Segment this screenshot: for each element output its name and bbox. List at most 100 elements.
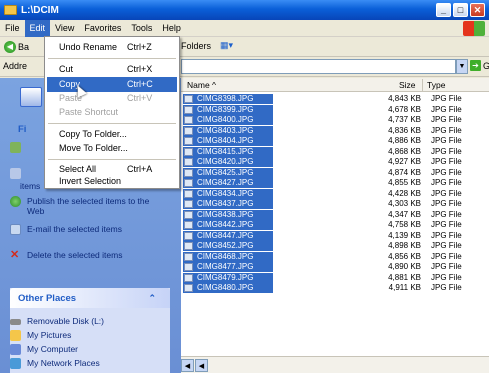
file-row[interactable]: CIMG8442.JPG 4,758 KB JPG File xyxy=(181,220,489,230)
file-name[interactable]: CIMG8447.JPG xyxy=(183,230,273,241)
jpg-file-icon xyxy=(184,231,193,240)
close-icon[interactable]: ✕ xyxy=(470,3,485,17)
file-size: 4,927 KB xyxy=(388,157,421,166)
task-publish-web[interactable]: Publish the selected items to the Web xyxy=(10,196,160,216)
file-name[interactable]: CIMG8400.JPG xyxy=(183,115,273,125)
file-name[interactable]: CIMG8434.JPG xyxy=(183,188,273,199)
file-size: 4,737 KB xyxy=(388,115,421,124)
maximize-icon[interactable]: □ xyxy=(453,3,468,17)
place-my-pictures[interactable]: My Pictures xyxy=(10,330,160,341)
title-bar[interactable]: L:\DCIM _ □ ✕ xyxy=(0,0,489,20)
file-type: JPG File xyxy=(431,230,462,240)
address-input[interactable] xyxy=(181,59,456,74)
chevron-down-icon[interactable]: ▼ xyxy=(456,59,468,74)
folders-button[interactable]: Folders xyxy=(181,41,211,51)
task-email[interactable]: E-mail the selected items xyxy=(10,224,160,235)
jpg-file-icon xyxy=(184,116,193,124)
place-my-computer[interactable]: My Computer xyxy=(10,344,160,355)
window-title: L:\DCIM xyxy=(21,4,59,16)
scroll-left-icon[interactable]: ◀ xyxy=(181,359,194,372)
file-list: Name ^ Size Type CIMG8398.JPG 4,843 KB JPG… xyxy=(181,78,489,356)
file-name[interactable]: CIMG8415.JPG xyxy=(183,146,273,157)
menu-file[interactable]: File xyxy=(0,20,25,37)
file-name[interactable]: CIMG8480.JPG xyxy=(183,283,273,293)
column-divider[interactable] xyxy=(422,79,423,91)
menu-item-invert-selection[interactable]: Invert Selection xyxy=(47,174,177,189)
back-button[interactable]: ◀ Ba xyxy=(0,40,29,53)
file-name[interactable]: CIMG8438.JPG xyxy=(183,209,273,220)
file-type: JPG File xyxy=(431,188,462,198)
file-name[interactable]: CIMG8403.JPG xyxy=(183,125,273,136)
file-row[interactable]: CIMG8398.JPG 4,843 KB JPG File xyxy=(181,94,489,104)
menu-item-cut[interactable]: Cut Ctrl+X xyxy=(47,62,177,77)
file-row[interactable]: CIMG8438.JPG 4,347 KB JPG File xyxy=(181,209,489,220)
menu-item-undo-rename[interactable]: Undo Rename Ctrl+Z xyxy=(47,40,177,55)
file-name[interactable]: CIMG8398.JPG xyxy=(183,94,273,104)
menu-tools[interactable]: Tools xyxy=(126,20,157,37)
go-button[interactable]: ➔ Go xyxy=(470,60,489,71)
file-row[interactable]: CIMG8480.JPG 4,911 KB JPG File xyxy=(181,283,489,293)
collapse-chevron-icon[interactable]: ⌃ xyxy=(148,293,156,304)
column-size[interactable]: Size xyxy=(399,80,416,90)
back-arrow-icon: ◀ xyxy=(4,40,16,53)
jpg-file-icon xyxy=(184,263,193,271)
menu-separator xyxy=(48,159,176,160)
menu-item-paste[interactable]: Paste Ctrl+V xyxy=(47,91,177,106)
file-name[interactable]: CIMG8468.JPG xyxy=(183,251,273,262)
file-row[interactable]: CIMG8399.JPG 4,678 KB JPG File xyxy=(181,104,489,115)
file-row[interactable]: CIMG8404.JPG 4,886 KB JPG File xyxy=(181,136,489,146)
views-icon[interactable]: ▦▾ xyxy=(220,40,240,54)
file-type: JPG File xyxy=(431,241,462,250)
menu-edit[interactable]: Edit xyxy=(24,19,51,37)
file-row[interactable]: CIMG8447.JPG 4,139 KB JPG File xyxy=(181,230,489,241)
task-icon xyxy=(10,168,21,179)
file-row[interactable]: CIMG8452.JPG 4,898 KB JPG File xyxy=(181,241,489,251)
file-row[interactable]: CIMG8425.JPG 4,874 KB JPG File xyxy=(181,167,489,178)
menu-separator xyxy=(48,123,176,124)
menu-item-paste-shortcut[interactable]: Paste Shortcut xyxy=(47,105,177,120)
file-row[interactable]: CIMG8477.JPG 4,890 KB JPG File xyxy=(181,262,489,272)
file-row[interactable]: CIMG8468.JPG 4,856 KB JPG File xyxy=(181,251,489,262)
file-name[interactable]: CIMG8479.JPG xyxy=(183,272,273,283)
place-removable-disk[interactable]: Removable Disk (L:) xyxy=(10,316,160,326)
file-name[interactable]: CIMG8477.JPG xyxy=(183,262,273,272)
file-row[interactable]: CIMG8427.JPG 4,855 KB JPG File xyxy=(181,178,489,188)
file-row[interactable]: CIMG8415.JPG 4,868 KB JPG File xyxy=(181,146,489,157)
file-row[interactable]: CIMG8437.JPG 4,303 KB JPG File xyxy=(181,199,489,209)
minimize-icon[interactable]: _ xyxy=(436,3,451,17)
place-network[interactable]: My Network Places xyxy=(10,358,160,369)
file-name[interactable]: CIMG8420.JPG xyxy=(183,157,273,167)
file-name[interactable]: CIMG8452.JPG xyxy=(183,241,273,251)
menu-item-move-to-folder[interactable]: Move To Folder... xyxy=(47,141,177,156)
file-size: 4,911 KB xyxy=(388,283,421,292)
column-name[interactable]: Name ^ xyxy=(187,80,216,90)
edit-menu: Undo Rename Ctrl+Z Cut Ctrl+X Copy Ctrl+… xyxy=(44,36,180,189)
jpg-file-icon xyxy=(184,284,193,292)
other-places-header[interactable]: Other Places ⌃ xyxy=(10,288,170,308)
menu-help[interactable]: Help xyxy=(157,20,186,37)
file-row[interactable]: CIMG8400.JPG 4,737 KB JPG File xyxy=(181,115,489,125)
menu-view[interactable]: View xyxy=(50,20,79,37)
menu-item-copy-to-folder[interactable]: Copy To Folder... xyxy=(47,127,177,142)
file-name[interactable]: CIMG8399.JPG xyxy=(183,104,273,115)
horizontal-scrollbar[interactable]: ◀ ◀ xyxy=(181,356,489,373)
file-row[interactable]: CIMG8420.JPG 4,927 KB JPG File xyxy=(181,157,489,167)
file-name[interactable]: CIMG8437.JPG xyxy=(183,199,273,209)
task-delete[interactable]: ✕ Delete the selected items xyxy=(10,250,160,261)
other-places-title: Other Places xyxy=(18,292,77,304)
file-name[interactable]: CIMG8442.JPG xyxy=(183,220,273,230)
scroll-left-icon[interactable]: ◀ xyxy=(195,359,208,372)
menu-favorites[interactable]: Favorites xyxy=(79,20,126,37)
file-row[interactable]: CIMG8479.JPG 4,881 KB JPG File xyxy=(181,272,489,283)
column-type[interactable]: Type xyxy=(427,80,445,90)
file-name[interactable]: CIMG8427.JPG xyxy=(183,178,273,188)
address-label: Addre xyxy=(3,61,28,71)
jpg-file-icon xyxy=(184,179,193,187)
file-size: 4,428 KB xyxy=(388,188,421,198)
menu-separator xyxy=(48,58,176,59)
file-name[interactable]: CIMG8425.JPG xyxy=(183,167,273,178)
file-row[interactable]: CIMG8434.JPG 4,428 KB JPG File xyxy=(181,188,489,199)
file-row[interactable]: CIMG8403.JPG 4,836 KB JPG File xyxy=(181,125,489,136)
file-name[interactable]: CIMG8404.JPG xyxy=(183,136,273,146)
menu-item-copy[interactable]: Copy Ctrl+C xyxy=(47,77,177,92)
